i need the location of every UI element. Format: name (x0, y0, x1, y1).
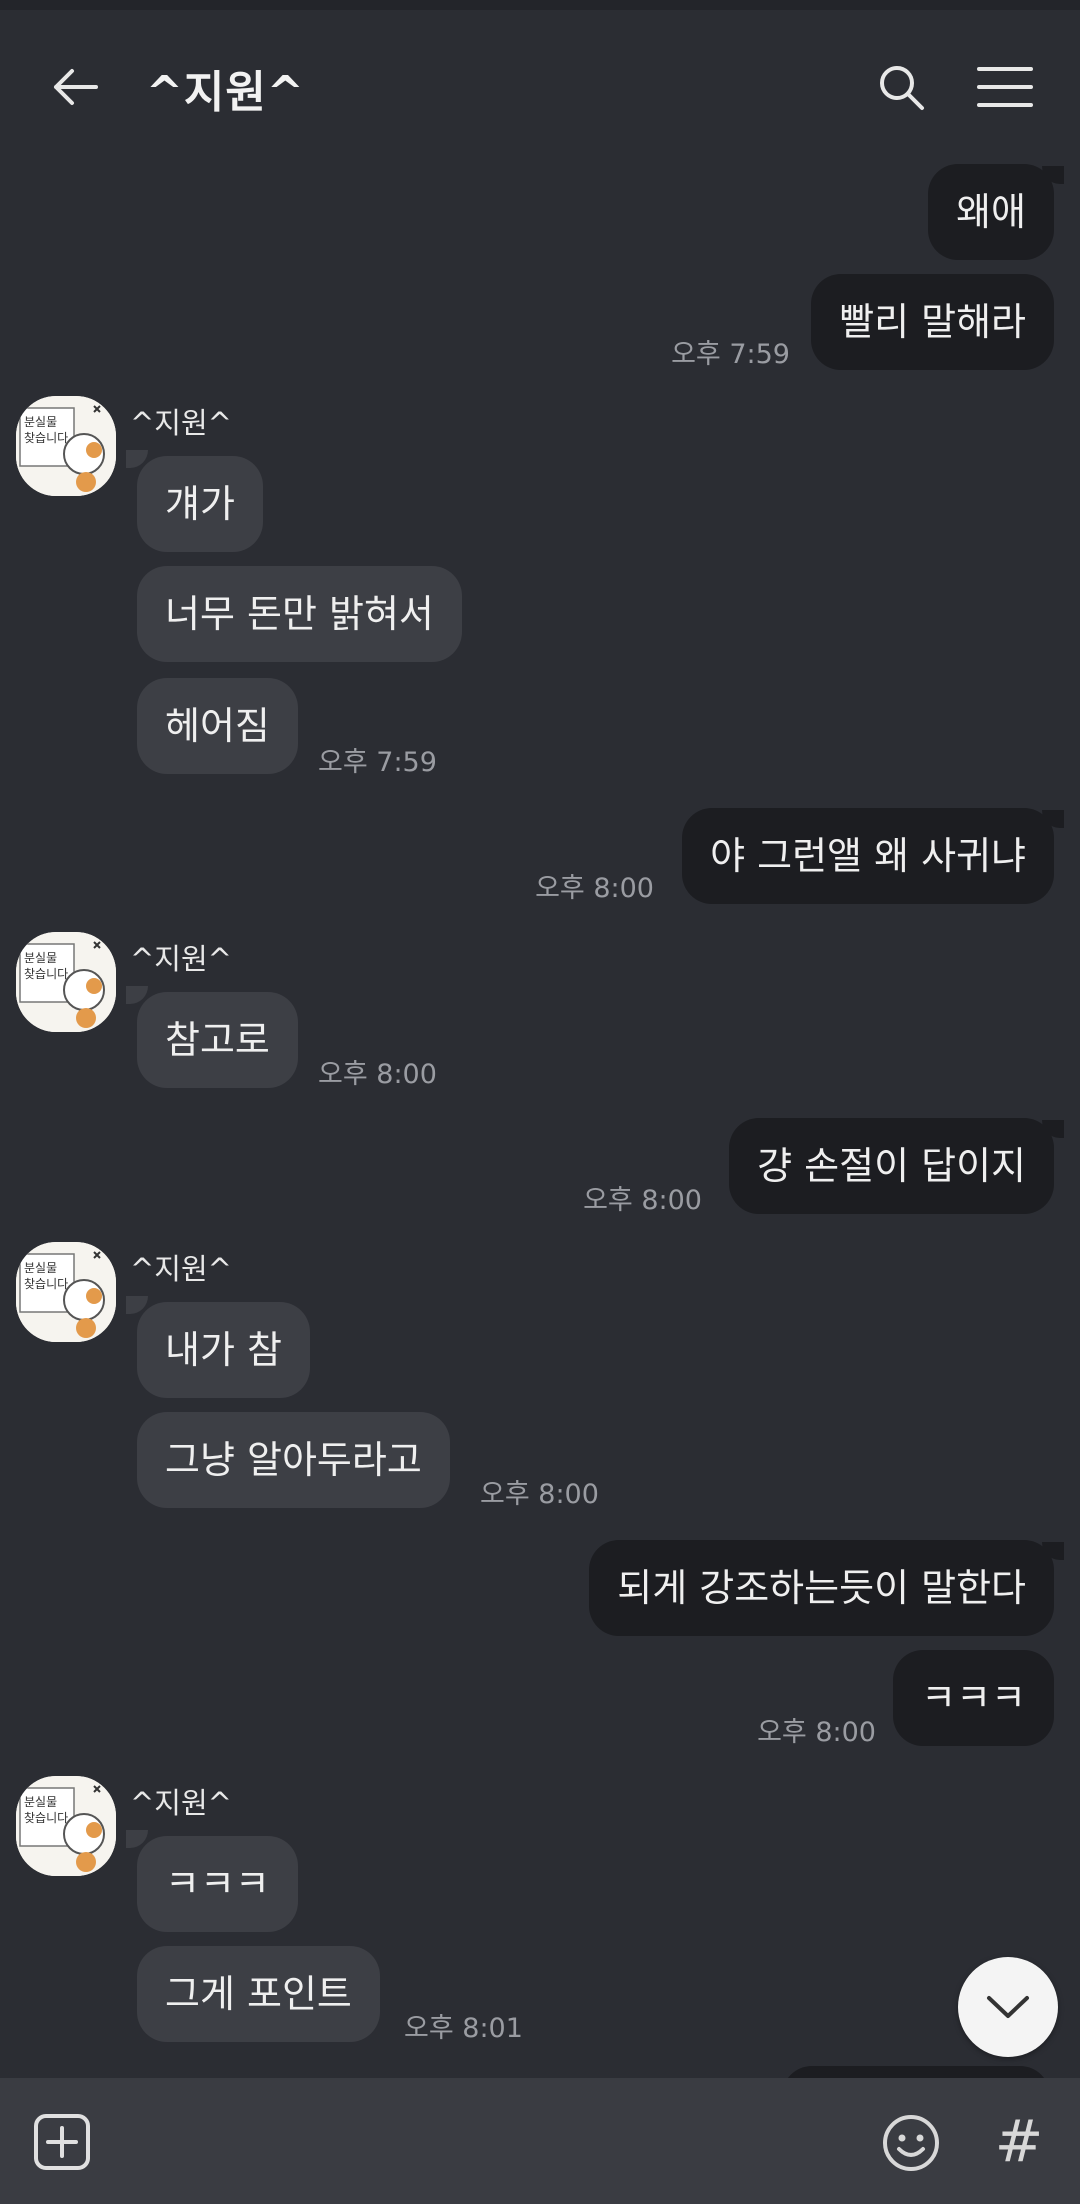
chat-title: ^지원^ (146, 67, 305, 118)
avatar[interactable]: 분실물 찾습니다 (16, 932, 116, 1032)
message-time: 오후 8:00 (535, 873, 654, 904)
outgoing-message[interactable]: 왜애 (928, 164, 1054, 260)
message-list[interactable]: 왜애 빨리 말해라 오후 7:59 분실물 찾습니다 ^지원^ 걔가 너무 돈만… (0, 150, 1080, 2078)
hashtag-button[interactable]: # (986, 2106, 1052, 2176)
menu-button[interactable] (970, 52, 1040, 122)
sender-name: ^지원^ (130, 1252, 232, 1286)
avatar[interactable]: 분실물 찾습니다 (16, 396, 116, 496)
message-time: 오후 8:00 (757, 1717, 876, 1748)
avatar-text: 분실물 (24, 1261, 57, 1275)
avatar[interactable]: 분실물 찾습니다 (16, 1776, 116, 1876)
avatar-text: 찾습니다 (24, 967, 68, 981)
hamburger-menu-icon (977, 67, 1033, 107)
message-time: 오후 8:00 (583, 1185, 702, 1216)
cat-avatar-image: 분실물 찾습니다 (16, 932, 116, 1032)
cat-avatar-image: 분실물 찾습니다 (16, 1776, 116, 1876)
avatar-text: 찾습니다 (24, 1811, 68, 1825)
message-input-bar: # (0, 2078, 1080, 2204)
arrow-left-icon (54, 69, 98, 105)
incoming-message[interactable]: 그냥 알아두라고 (137, 1412, 450, 1508)
message-time: 오후 8:00 (318, 1059, 437, 1090)
outgoing-message[interactable]: 되게 강조하는듯이 말한다 (589, 1540, 1054, 1636)
incoming-message[interactable]: 헤어짐 (137, 678, 298, 774)
avatar-text: 찾습니다 (24, 1277, 68, 1291)
incoming-message[interactable]: 참고로 (137, 992, 298, 1088)
emoji-button[interactable] (878, 2110, 944, 2176)
chevron-down-icon (987, 1996, 1029, 2018)
avatar-text: 분실물 (24, 1795, 57, 1809)
status-bar (0, 0, 1080, 10)
incoming-message[interactable]: 내가 참 (137, 1302, 310, 1398)
avatar[interactable]: 분실물 찾습니다 (16, 1242, 116, 1342)
outgoing-message[interactable]: 야 그런앨 왜 사귀냐 (682, 808, 1054, 904)
outgoing-message[interactable]: 걍 손절이 답이지 (729, 1118, 1054, 1214)
back-button[interactable] (40, 52, 110, 122)
scroll-to-bottom-button[interactable] (958, 1957, 1058, 2057)
message-time: 오후 8:00 (480, 1479, 599, 1510)
search-icon (880, 66, 924, 110)
search-button[interactable] (866, 52, 936, 122)
outgoing-message[interactable]: 빨리 말해라 (811, 274, 1054, 370)
incoming-message[interactable]: 그게 포인트 (137, 1946, 380, 2042)
sender-name: ^지원^ (130, 942, 232, 976)
incoming-message[interactable]: ㅋㅋㅋ (137, 1836, 298, 1932)
incoming-message[interactable]: 걔가 (137, 456, 263, 552)
avatar-text: 찾습니다 (24, 431, 68, 445)
sender-name: ^지원^ (130, 406, 232, 440)
sender-name: ^지원^ (130, 1786, 232, 1820)
cat-avatar-image: 분실물 찾습니다 (16, 396, 116, 496)
message-time: 오후 8:01 (404, 2013, 523, 2044)
avatar-text: 분실물 (24, 415, 57, 429)
smiley-icon (883, 2115, 939, 2171)
outgoing-message[interactable]: ㅋㅋㅋ (893, 1650, 1054, 1746)
cat-avatar-image: 분실물 찾습니다 (16, 1242, 116, 1342)
chat-header: ^지원^ (0, 10, 1080, 150)
avatar-text: 분실물 (24, 951, 57, 965)
plus-square-icon (34, 2114, 90, 2170)
add-attachment-button[interactable] (30, 2110, 94, 2174)
message-time: 오후 7:59 (671, 339, 790, 370)
message-time: 오후 7:59 (318, 747, 437, 778)
incoming-message[interactable]: 너무 돈만 밝혀서 (137, 566, 462, 662)
